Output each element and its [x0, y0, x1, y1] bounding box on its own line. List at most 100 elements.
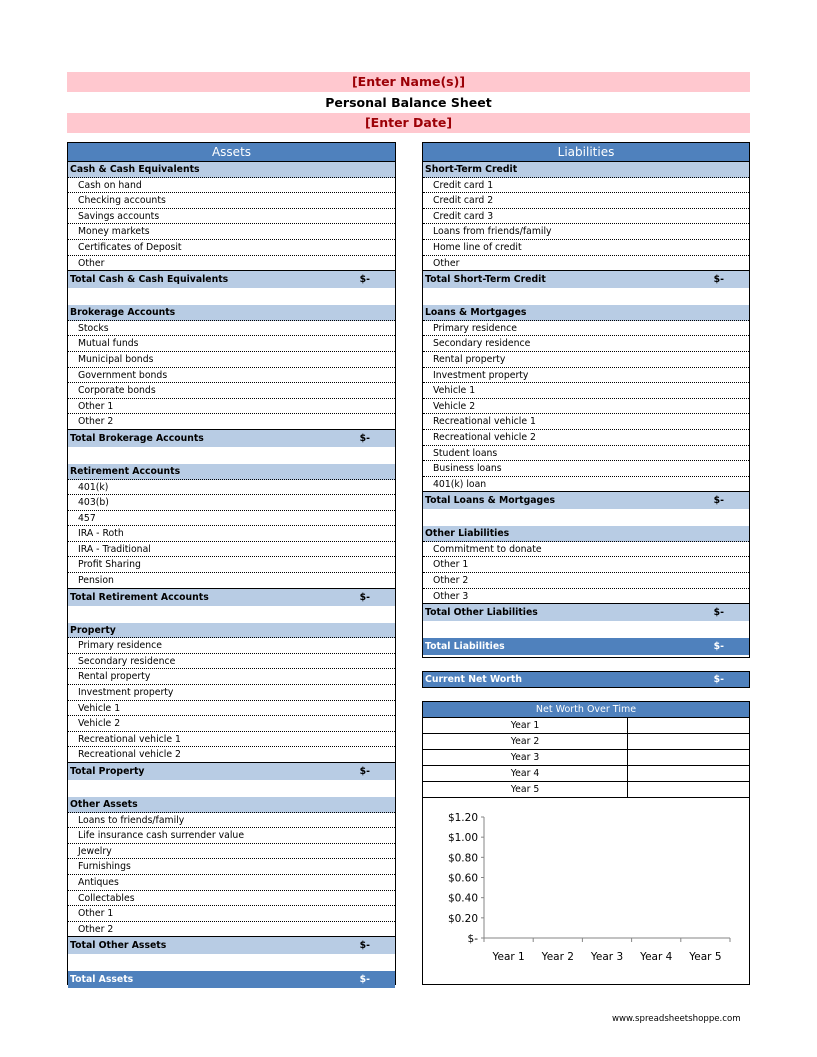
section-header-loans-mortgages: Loans & Mortgages: [423, 305, 749, 321]
name-input-band[interactable]: [Enter Name(s)]: [67, 72, 750, 92]
line-item-checking-accounts[interactable]: Checking accounts: [68, 193, 395, 209]
line-item-recreational-vehicle-1[interactable]: Recreational vehicle 1: [423, 414, 749, 430]
line-item-credit-card-1[interactable]: Credit card 1: [423, 178, 749, 194]
assets-panel: Assets Cash & Cash Equivalents Cash on ha…: [67, 142, 396, 989]
section-total-loans-mortgages: Total Loans & Mortgages $-: [423, 492, 749, 510]
line-item-other-2[interactable]: Other 2: [68, 414, 395, 430]
year-label: Year 2: [423, 734, 628, 749]
net-worth-year-row: Year 5: [423, 782, 749, 798]
year-label: Year 3: [423, 750, 628, 765]
assets-header: Assets: [68, 143, 395, 162]
line-item-other-1[interactable]: Other 1: [68, 399, 395, 415]
spacer-row: [68, 288, 395, 305]
line-item-secondary-residence[interactable]: Secondary residence: [423, 336, 749, 352]
line-item-home-line-of-credit[interactable]: Home line of credit: [423, 240, 749, 256]
section-total-property: Total Property $-: [68, 763, 395, 780]
line-item-jewelry[interactable]: Jewelry: [68, 844, 395, 860]
y-tick-label: $0.40: [448, 893, 478, 905]
line-item-other-2[interactable]: Other 2: [68, 922, 395, 938]
line-item-primary-residence[interactable]: Primary residence: [68, 638, 395, 654]
section-total-value: $-: [359, 766, 370, 777]
line-item-401-k[interactable]: 401(k): [68, 480, 395, 496]
line-item-student-loans[interactable]: Student loans: [423, 446, 749, 462]
line-item-profit-sharing[interactable]: Profit Sharing: [68, 557, 395, 574]
line-item-mutual-funds[interactable]: Mutual funds: [68, 336, 395, 352]
line-item-certificates-of-deposit[interactable]: Certificates of Deposit: [68, 240, 395, 256]
line-item-municipal-bonds[interactable]: Municipal bonds: [68, 352, 395, 368]
section-total-value: $-: [713, 495, 724, 507]
section-total-value: $-: [359, 940, 370, 952]
line-item-403-b[interactable]: 403(b): [68, 495, 395, 511]
line-item-other-1[interactable]: Other 1: [68, 906, 395, 922]
year-label: Year 1: [423, 718, 628, 733]
line-item-loans-from-friends-family[interactable]: Loans from friends/family: [423, 224, 749, 240]
total-liabilities-row: Total Liabilities $-: [423, 638, 749, 656]
line-item-credit-card-2[interactable]: Credit card 2: [423, 193, 749, 209]
line-item-pension[interactable]: Pension: [68, 573, 395, 589]
liabilities-header: Liabilities: [423, 143, 749, 162]
line-item-ira-traditional[interactable]: IRA - Traditional: [68, 542, 395, 558]
line-item-other-1[interactable]: Other 1: [423, 557, 749, 574]
line-item-recreational-vehicle-2[interactable]: Recreational vehicle 2: [423, 430, 749, 446]
line-item-401-k-loan[interactable]: 401(k) loan: [423, 477, 749, 493]
x-tick-label: Year 1: [491, 951, 524, 963]
line-item-collectables[interactable]: Collectables: [68, 891, 395, 907]
net-worth-over-time-panel: Net Worth Over Time Year 1 Year 2 Year 3 Ye…: [422, 701, 750, 985]
footer-website-link[interactable]: www.spreadsheetshoppe.com: [612, 1014, 741, 1024]
year-value-cell[interactable]: [628, 734, 749, 749]
section-total-value: $-: [359, 591, 370, 603]
year-value-cell[interactable]: [628, 750, 749, 765]
year-value-cell[interactable]: [628, 782, 749, 797]
line-item-antiques[interactable]: Antiques: [68, 875, 395, 891]
spacer-row: [423, 509, 749, 526]
line-item-rental-property[interactable]: Rental property: [68, 669, 395, 686]
line-item-government-bonds[interactable]: Government bonds: [68, 368, 395, 384]
year-value-cell[interactable]: [628, 718, 749, 733]
date-input-band[interactable]: [Enter Date]: [67, 113, 750, 133]
line-item-ira-roth[interactable]: IRA - Roth: [68, 526, 395, 542]
line-item-primary-residence[interactable]: Primary residence: [423, 321, 749, 337]
line-item-457[interactable]: 457: [68, 511, 395, 527]
line-item-secondary-residence[interactable]: Secondary residence: [68, 654, 395, 670]
line-item-business-loans[interactable]: Business loans: [423, 461, 749, 477]
total-assets-value: $-: [359, 974, 370, 986]
line-item-vehicle-2[interactable]: Vehicle 2: [423, 399, 749, 415]
section-header-property: Property: [68, 622, 395, 639]
line-item-corporate-bonds[interactable]: Corporate bonds: [68, 383, 395, 399]
line-item-other-2[interactable]: Other 2: [423, 573, 749, 589]
line-item-other-3[interactable]: Other 3: [423, 589, 749, 605]
line-item-cash-on-hand[interactable]: Cash on hand: [68, 178, 395, 194]
line-item-recreational-vehicle-2[interactable]: Recreational vehicle 2: [68, 747, 395, 763]
section-total-brokerage-accounts: Total Brokerage Accounts $-: [68, 429, 395, 447]
line-item-money-markets[interactable]: Money markets: [68, 224, 395, 240]
net-worth-chart: $- $0.20 $0.40 $0.60 $0.80 $1.00 $1.20 Year 1 Ye…: [423, 799, 749, 985]
total-assets-row: Total Assets $-: [68, 971, 395, 989]
line-item-life-insurance-cash-surrender-value[interactable]: Life insurance cash surrender value: [68, 828, 395, 844]
net-worth-year-row: Year 3: [423, 750, 749, 766]
line-item-vehicle-1[interactable]: Vehicle 1: [68, 701, 395, 717]
line-item-savings-accounts[interactable]: Savings accounts: [68, 209, 395, 225]
year-value-cell[interactable]: [628, 766, 749, 781]
x-tick-label: Year 5: [688, 951, 721, 963]
line-item-other[interactable]: Other: [68, 256, 395, 272]
line-item-vehicle-2[interactable]: Vehicle 2: [68, 716, 395, 732]
section-total-value: $-: [359, 274, 370, 286]
total-liabilities-label: Total Liabilities: [425, 641, 505, 653]
line-item-rental-property[interactable]: Rental property: [423, 352, 749, 368]
total-liabilities-value: $-: [713, 641, 724, 653]
y-tick-label: $0.80: [448, 852, 478, 864]
line-item-furnishings[interactable]: Furnishings: [68, 859, 395, 875]
net-worth-over-time-header: Net Worth Over Time: [423, 702, 749, 718]
line-item-credit-card-3[interactable]: Credit card 3: [423, 209, 749, 225]
spacer-row: [68, 606, 395, 623]
line-item-recreational-vehicle-1[interactable]: Recreational vehicle 1: [68, 732, 395, 748]
line-item-other[interactable]: Other: [423, 256, 749, 272]
line-item-investment-property[interactable]: Investment property: [423, 368, 749, 384]
line-item-loans-to-friends-family[interactable]: Loans to friends/family: [68, 813, 395, 829]
line-item-stocks[interactable]: Stocks: [68, 321, 395, 337]
section-header-other-assets: Other Assets: [68, 797, 395, 813]
line-item-vehicle-1[interactable]: Vehicle 1: [423, 383, 749, 399]
assets-body: Cash & Cash Equivalents Cash on hand Check…: [68, 162, 395, 989]
line-item-investment-property[interactable]: Investment property: [68, 685, 395, 701]
line-item-commitment-to-donate[interactable]: Commitment to donate: [423, 542, 749, 558]
